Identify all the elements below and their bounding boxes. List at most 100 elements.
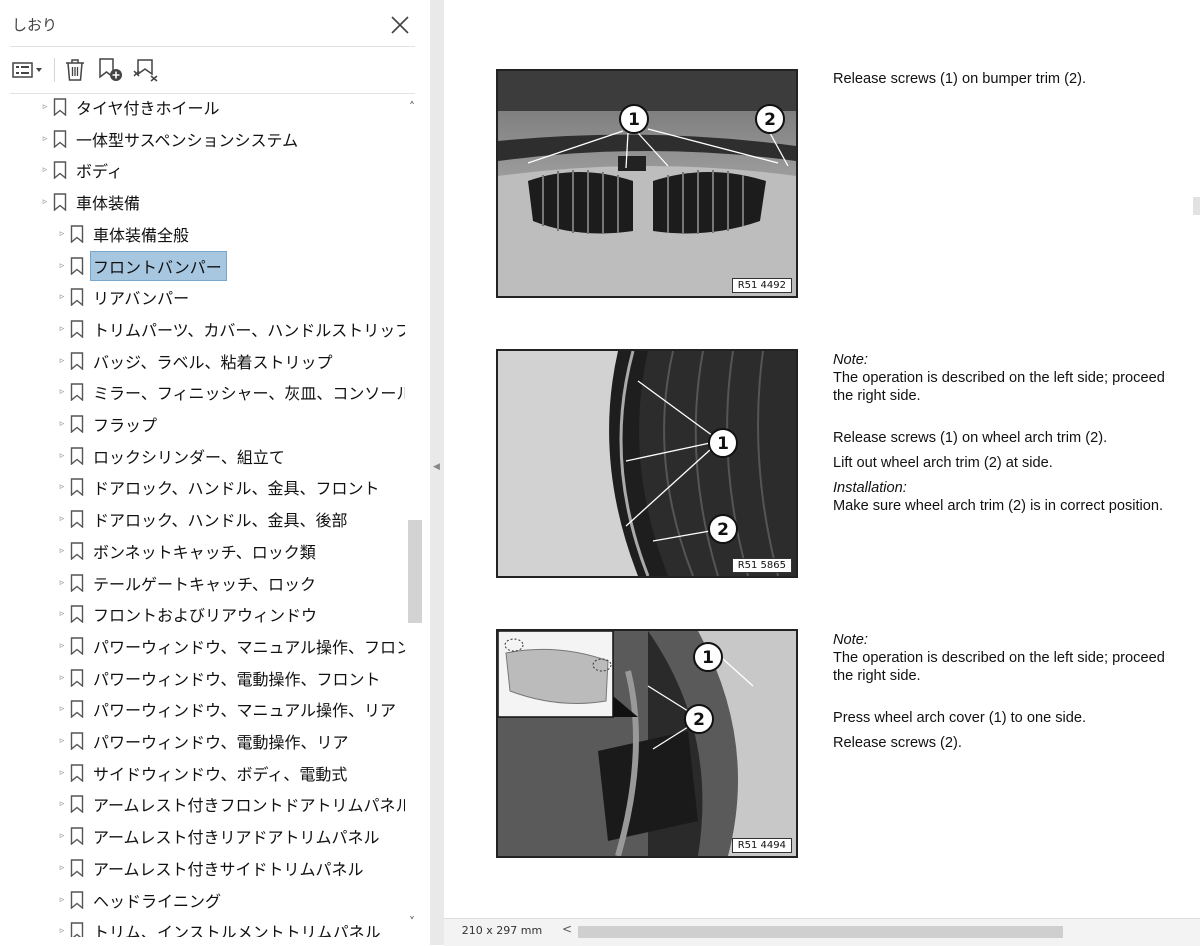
- figure-code: R51 5865: [731, 558, 792, 573]
- bookmark-icon: [53, 98, 67, 116]
- bookmark-item[interactable]: ▹ フロントバンパー: [57, 250, 227, 281]
- bookmark-label: トリム、インストルメントトリムパネル: [93, 923, 381, 937]
- expand-toggle-icon[interactable]: ▹: [57, 831, 67, 841]
- expand-toggle-icon[interactable]: ▹: [57, 261, 67, 271]
- wheel-arch-illustration: 1 2: [498, 351, 796, 576]
- bookmark-icon: [70, 542, 84, 560]
- bookmark-icon: [53, 193, 67, 212]
- figure-code: R51 4492: [731, 278, 792, 293]
- bookmark-icon: [70, 446, 84, 465]
- bookmark-item[interactable]: ▹ パワーウィンドウ、マニュアル操作、リア: [57, 694, 396, 724]
- bookmark-icon: [70, 700, 84, 719]
- bookmark-item[interactable]: ▹ バッジ、ラベル、粘着ストリップ: [57, 346, 333, 376]
- instruction-step: Release screws (1) on bumper trim (2).: [833, 71, 1087, 87]
- expand-toggle-icon[interactable]: ▹: [57, 419, 67, 429]
- bookmark-icon: [53, 161, 67, 180]
- bookmark-item[interactable]: ▹ 車体装備全般: [57, 219, 189, 249]
- bookmark-label: アームレスト付きリアドアトリムパネル: [93, 828, 380, 848]
- bookmark-item[interactable]: ▹ アームレスト付きリアドアトリムパネル: [57, 821, 380, 851]
- bookmark-label: 車体装備: [76, 194, 141, 214]
- horizontal-scrollbar[interactable]: <: [558, 922, 1200, 942]
- expand-toggle-icon[interactable]: ▹: [40, 102, 50, 112]
- add-bookmark-button[interactable]: [96, 56, 126, 84]
- expand-toggle-icon[interactable]: ▹: [57, 641, 67, 651]
- expand-toggle-icon[interactable]: ▹: [57, 926, 67, 936]
- bookmark-label: バッジ、ラベル、粘着ストリップ: [93, 352, 333, 372]
- bookmark-icon: [70, 763, 84, 782]
- bookmark-item[interactable]: ▹ ミラー、フィニッシャー、灰皿、コンソール: [57, 377, 405, 407]
- expand-toggle-icon[interactable]: ▹: [57, 546, 67, 556]
- bookmark-item[interactable]: ▹ アームレスト付きフロントドアトリムパネル: [57, 789, 405, 819]
- bookmark-item[interactable]: ▹ サイドウィンドウ、ボディ、電動式: [57, 758, 347, 788]
- expand-toggle-icon[interactable]: ▹: [57, 229, 67, 239]
- bookmark-item[interactable]: ▹ ボンネットキャッチ、ロック類: [57, 536, 316, 566]
- bookmark-label: 車体装備全般: [93, 225, 190, 245]
- bookmark-item[interactable]: ▹ 車体装備: [40, 187, 140, 217]
- expand-toggle-icon[interactable]: ▹: [57, 578, 67, 588]
- expand-toggle-icon[interactable]: ▹: [57, 609, 67, 619]
- expand-toggle-icon[interactable]: ▹: [57, 673, 67, 683]
- bookmark-item[interactable]: ▹ 一体型サスペンションシステム: [40, 124, 298, 154]
- close-panel-button[interactable]: [388, 13, 412, 37]
- options-menu-button[interactable]: [10, 56, 46, 84]
- figure-bumper-trim: 1 2 R51 4492: [496, 69, 798, 298]
- expand-toggle-icon[interactable]: ▹: [57, 799, 67, 809]
- instruction-block-3: Note: The operation is described on the …: [833, 631, 1200, 752]
- expand-toggle-icon[interactable]: ▹: [57, 736, 67, 746]
- bookmark-item[interactable]: ▹ ドアロック、ハンドル、金具、後部: [57, 504, 348, 534]
- bookmark-item[interactable]: ▹ タイヤ付きホイール: [40, 92, 220, 122]
- expand-toggle-icon[interactable]: ▹: [57, 704, 67, 714]
- expand-toggle-icon[interactable]: ▹: [57, 387, 67, 397]
- scroll-thumb[interactable]: [408, 520, 422, 623]
- expand-toggle-icon[interactable]: ▹: [57, 863, 67, 873]
- expand-toggle-icon[interactable]: ▹: [57, 895, 67, 905]
- expand-toggle-icon[interactable]: ▹: [57, 768, 67, 778]
- expand-bookmark-button[interactable]: [131, 56, 161, 84]
- bookmark-item[interactable]: ▹ ドアロック、ハンドル、金具、フロント: [57, 472, 380, 502]
- bookmark-icon: [70, 732, 84, 750]
- expand-toggle-icon[interactable]: ▹: [57, 324, 67, 334]
- tree-scrollbar[interactable]: ˄ ˅: [405, 95, 425, 935]
- bookmark-item[interactable]: ▹ パワーウィンドウ、マニュアル操作、フロント: [57, 631, 405, 661]
- scroll-left-arrow-icon[interactable]: <: [562, 922, 572, 936]
- expand-toggle-icon[interactable]: ▹: [57, 292, 67, 302]
- bookmark-item[interactable]: ▹ トリムパーツ、カバー、ハンドルストリップ: [57, 314, 405, 344]
- bookmark-icon: [70, 478, 84, 497]
- expand-toggle-icon[interactable]: ▹: [57, 356, 67, 366]
- horizontal-scroll-thumb[interactable]: [578, 926, 1063, 938]
- bookmark-item[interactable]: ▹ アームレスト付きサイドトリムパネル: [57, 853, 364, 883]
- bookmark-item[interactable]: ▹ ボディ: [40, 155, 123, 185]
- bookmark-item[interactable]: ▹ パワーウィンドウ、電動操作、リア: [57, 726, 349, 756]
- bookmark-item[interactable]: ▹ ロックシリンダー、組立て: [57, 441, 285, 471]
- bookmark-label: フラップ: [93, 416, 158, 435]
- bookmark-label: サイドウィンドウ、ボディ、電動式: [93, 764, 348, 784]
- bookmark-item[interactable]: ▹ フロントおよびリアウィンドウ: [57, 599, 317, 629]
- wheel-arch-cover-illustration: 1 2: [498, 631, 796, 856]
- bookmark-item[interactable]: ▹ テールゲートキャッチ、ロック: [57, 568, 316, 598]
- expand-toggle-icon[interactable]: ▹: [40, 134, 50, 144]
- scroll-up-arrow-icon[interactable]: ˄: [409, 100, 415, 114]
- trash-icon: [66, 59, 84, 81]
- bookmark-label: ドアロック、ハンドル、金具、後部: [93, 511, 348, 531]
- bookmark-label: ヘッドライニング: [93, 891, 222, 911]
- bookmark-icon: [70, 668, 84, 687]
- bookmark-label: ロックシリンダー、組立て: [93, 447, 285, 467]
- bookmark-item[interactable]: ▹ リアバンパー: [57, 282, 189, 312]
- installation-label: Installation:: [833, 480, 907, 496]
- expand-toggle-icon[interactable]: ▹: [57, 451, 67, 461]
- panel-splitter[interactable]: ◀: [430, 0, 444, 945]
- bookmark-label: タイヤ付きホイール: [76, 99, 220, 118]
- expand-toggle-icon[interactable]: ▹: [40, 197, 50, 207]
- expand-toggle-icon[interactable]: ▹: [40, 165, 50, 175]
- bookmark-item[interactable]: ▹ ヘッドライニング: [57, 885, 221, 915]
- bookmark-label: ミラー、フィニッシャー、灰皿、コンソール: [93, 384, 405, 404]
- bookmark-label: フロントバンパー: [90, 250, 227, 281]
- bookmark-item[interactable]: ▹ パワーウィンドウ、電動操作、フロント: [57, 663, 381, 693]
- expand-toggle-icon[interactable]: ▹: [57, 482, 67, 492]
- bookmark-item[interactable]: ▹ フラップ: [57, 409, 157, 439]
- expand-toggle-icon[interactable]: ▹: [57, 514, 67, 524]
- collapse-arrow-icon[interactable]: ◀: [433, 462, 440, 472]
- bookmark-item[interactable]: ▹ トリム、インストルメントトリムパネル: [57, 916, 381, 937]
- scroll-down-arrow-icon[interactable]: ˅: [409, 915, 415, 929]
- delete-bookmark-button[interactable]: [62, 56, 88, 84]
